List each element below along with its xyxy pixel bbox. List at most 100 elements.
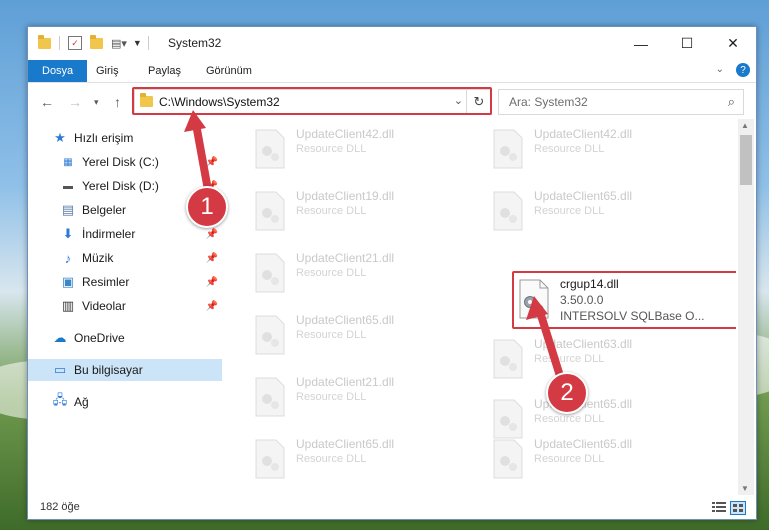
file-tile[interactable]: UpdateClient65.dll Resource DLL [250, 433, 470, 485]
quick-access-toolbar: ✓ ▤▾ ▼ [38, 34, 155, 51]
recent-locations-icon[interactable]: ▾ [94, 97, 99, 108]
file-tile[interactable]: UpdateClient65.dll Resource DLL [488, 433, 708, 485]
nav-item-network[interactable]: 🖧 Ağ [28, 391, 222, 413]
close-button[interactable]: ✕ [710, 27, 756, 60]
scroll-thumb[interactable] [740, 135, 752, 185]
nav-item-onedrive[interactable]: ☁ OneDrive [28, 327, 222, 349]
file-desc: Resource DLL [534, 413, 605, 425]
file-desc: Resource DLL [296, 205, 367, 217]
pin-icon[interactable]: 📌 [206, 157, 218, 168]
file-name: UpdateClient65.dll [534, 189, 633, 203]
pin-icon[interactable]: 📌 [206, 229, 218, 240]
file-tile[interactable]: UpdateClient42.dll Resource DLL [250, 123, 470, 175]
file-name: UpdateClient21.dll [296, 375, 395, 389]
dll-file-icon [255, 377, 285, 417]
item-count: 182 öğe [40, 501, 80, 513]
search-placeholder: Ara: System32 [509, 95, 588, 109]
tab-view[interactable]: Görünüm [196, 60, 262, 82]
file-desc: Resource DLL [296, 329, 367, 341]
ribbon-expand-icon[interactable]: ⌄ [716, 64, 724, 75]
nav-item-this-pc[interactable]: ▭ Bu bilgisayar [28, 359, 222, 381]
title-bar: ✓ ▤▾ ▼ System32 — ☐ ✕ [28, 27, 756, 60]
file-desc: Resource DLL [296, 453, 367, 465]
file-list: UpdateClient42.dll Resource DLL UpdateCl… [250, 123, 736, 497]
callout-badge-2: 2 [546, 372, 588, 414]
scroll-down-icon[interactable]: ▼ [741, 484, 749, 493]
file-desc: Resource DLL [296, 391, 367, 403]
search-icon[interactable]: ⌕ [728, 94, 735, 110]
details-view-icon[interactable] [712, 501, 726, 513]
nav-item-videos[interactable]: ▥ Videolar 📌 [28, 295, 222, 317]
nav-label: OneDrive [74, 331, 125, 345]
dll-file-icon [255, 439, 285, 479]
vertical-scrollbar[interactable]: ▲ ▼ [738, 119, 754, 495]
nav-label: Ağ [74, 395, 89, 409]
search-input[interactable]: Ara: System32 ⌕ [498, 89, 744, 115]
back-icon[interactable]: ← [40, 94, 54, 110]
forward-icon[interactable]: → [68, 94, 82, 110]
nav-label: Belgeler [82, 203, 127, 217]
window-title: System32 [168, 36, 222, 50]
pin-icon[interactable]: 📌 [206, 301, 218, 312]
file-name: UpdateClient42.dll [534, 127, 633, 141]
nav-item-music[interactable]: ♪ Müzik 📌 [28, 247, 222, 269]
file-tile[interactable]: UpdateClient65.dll Resource DLL [488, 185, 708, 237]
help-icon[interactable]: ? [736, 63, 750, 77]
pin-icon[interactable]: 📌 [206, 253, 218, 264]
tab-share[interactable]: Paylaş [138, 60, 191, 82]
file-tile[interactable]: UpdateClient63.dll Resource DLL [488, 333, 708, 385]
maximize-button[interactable]: ☐ [664, 27, 710, 60]
file-desc: Resource DLL [296, 267, 367, 279]
file-desc: Resource DLL [534, 143, 605, 155]
address-row: ← → ▾ ↑ C:\Windows\System32 ⌄ ↻ Ara: Sys… [28, 83, 756, 119]
folder-icon [38, 34, 51, 49]
nav-label: Resimler [82, 275, 130, 289]
file-tile[interactable]: UpdateClient21.dll Resource DLL [250, 371, 470, 423]
tiles-view-icon[interactable] [730, 501, 746, 515]
videos-icon: ▥ [61, 298, 75, 313]
computer-icon: ▭ [53, 362, 67, 377]
file-tile[interactable]: UpdateClient65.dll Resource DLL [250, 309, 470, 361]
tab-home[interactable]: Giriş [86, 60, 129, 82]
address-highlight-box [132, 87, 492, 115]
dll-file-icon [493, 439, 523, 479]
minimize-button[interactable]: — [618, 27, 664, 60]
file-desc: Resource DLL [534, 353, 605, 365]
file-tile[interactable]: UpdateClient19.dll Resource DLL [250, 185, 470, 237]
file-name: UpdateClient21.dll [296, 251, 395, 265]
file-tile[interactable]: UpdateClient42.dll Resource DLL [488, 123, 708, 175]
status-bar: 182 öğe [28, 497, 756, 519]
properties-icon[interactable]: ✓ [68, 36, 82, 50]
nav-item-pictures[interactable]: ▣ Resimler 📌 [28, 271, 222, 293]
divider [59, 36, 60, 50]
nav-item-drive-c[interactable]: ▦ Yerel Disk (C:) 📌 [28, 151, 222, 173]
explorer-window: ✓ ▤▾ ▼ System32 — ☐ ✕ Dosya Giriş Paylaş… [27, 26, 757, 520]
nav-item-downloads[interactable]: ⬇ İndirmeler 📌 [28, 223, 222, 245]
file-tile[interactable]: UpdateClient21.dll Resource DLL [250, 247, 470, 299]
dll-file-icon [493, 339, 523, 379]
dll-file-icon [255, 315, 285, 355]
documents-icon: ▤ [61, 202, 75, 217]
qa-dropdown-icon[interactable]: ▼ [133, 38, 142, 48]
new-folder-icon[interactable] [90, 34, 103, 49]
tab-file[interactable]: Dosya [28, 60, 88, 82]
file-desc: Resource DLL [296, 143, 367, 155]
downloads-icon: ⬇ [62, 226, 74, 241]
nav-label: Bu bilgisayar [74, 363, 143, 377]
pin-icon[interactable]: 📌 [206, 277, 218, 288]
callout-badge-1: 1 [186, 186, 228, 228]
star-icon: ★ [54, 130, 66, 145]
nav-label: Hızlı erişim [74, 131, 134, 145]
file-name: UpdateClient65.dll [296, 313, 395, 327]
file-name: UpdateClient19.dll [296, 189, 395, 203]
navigation-pane: ★ Hızlı erişim ▦ Yerel Disk (C:) 📌 ▬ Yer… [28, 123, 222, 497]
drive-c-icon: ▦ [63, 156, 73, 168]
nav-quick-access[interactable]: ★ Hızlı erişim [28, 127, 222, 149]
dll-file-icon [493, 191, 523, 231]
up-icon[interactable]: ↑ [114, 94, 121, 110]
dll-file-icon [493, 129, 523, 169]
scroll-up-icon[interactable]: ▲ [741, 121, 749, 130]
cloud-icon: ☁ [53, 330, 67, 345]
customize-icon[interactable]: ▤▾ [111, 37, 127, 50]
nav-label: Yerel Disk (D:) [82, 179, 159, 193]
